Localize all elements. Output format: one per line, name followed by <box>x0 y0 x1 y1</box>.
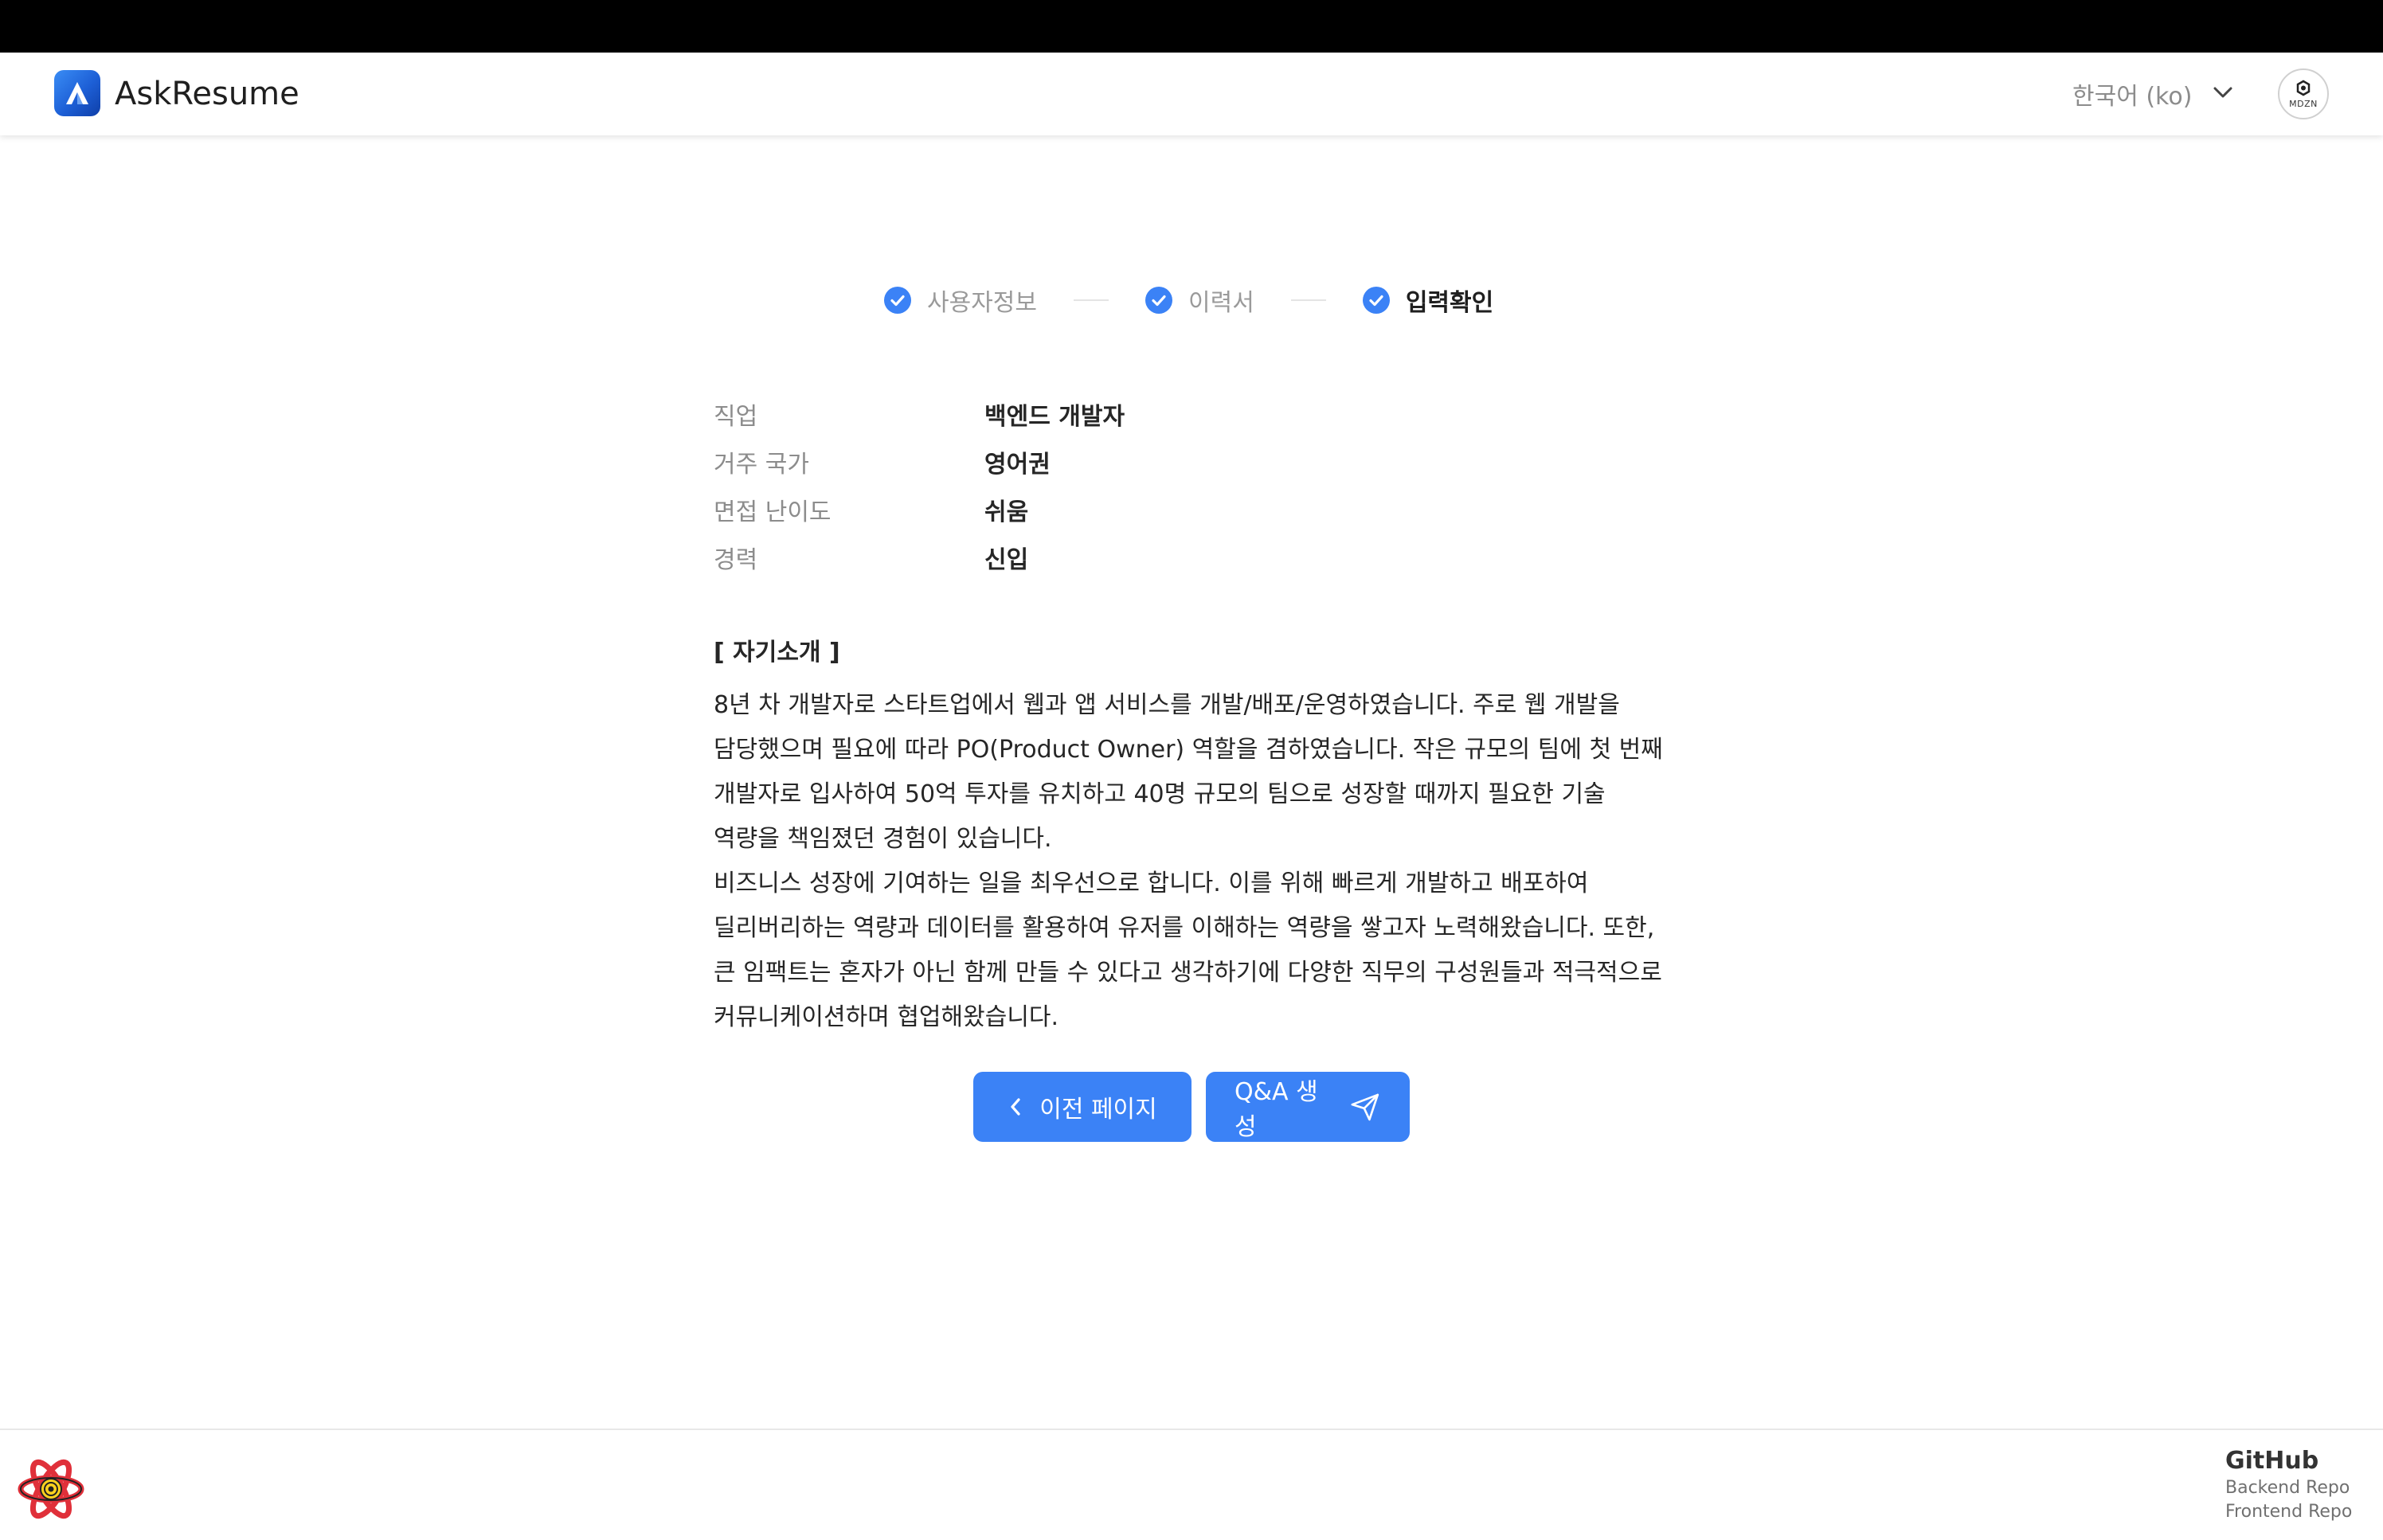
info-key: 면접 난이도 <box>714 498 832 526</box>
step-label: 사용자정보 <box>927 289 1037 317</box>
app-logo-icon[interactable] <box>54 70 100 116</box>
chevron-down-icon <box>2213 85 2233 103</box>
language-label: 한국어 (ko) <box>2072 83 2193 111</box>
info-value: 쉬움 <box>984 498 1029 526</box>
step-label: 입력확인 <box>1405 289 1494 317</box>
input-summary: 직업 백엔드 개발자 거주 국가 영어권 면접 난이도 쉬움 경력 신입 <box>714 390 1669 581</box>
intro-body: 8년 차 개발자로 스타트업에서 웹과 앱 서비스를 개발/배포/운영하였습니다… <box>714 691 1663 1031</box>
info-value: 백엔드 개발자 <box>984 403 1125 431</box>
avatar-logo-icon <box>2296 80 2311 96</box>
progress-steps: 사용자정보 이력서 입력확인 <box>884 283 1493 317</box>
info-row-difficulty: 면접 난이도 쉬움 <box>714 486 1669 534</box>
check-circle-icon <box>1145 287 1172 314</box>
avatar[interactable]: MDZN <box>2278 68 2329 119</box>
atom-logo-icon <box>18 1459 84 1519</box>
generate-button-label: Q&A 생성 <box>1235 1078 1318 1141</box>
info-row-career: 경력 신입 <box>714 534 1669 581</box>
info-row-job: 직업 백엔드 개발자 <box>714 390 1669 438</box>
github-heading: GitHub <box>2225 1447 2319 1475</box>
language-select[interactable]: 한국어 (ko) <box>2072 76 2233 111</box>
footer-links: GitHub Backend Repo Frontend Repo <box>2225 1446 2352 1524</box>
step-divider <box>1074 299 1109 301</box>
info-value: 신입 <box>984 546 1029 574</box>
avatar-text: MDZN <box>2289 98 2318 109</box>
info-key: 경력 <box>714 546 758 574</box>
step-divider <box>1290 299 1326 301</box>
info-key: 직업 <box>714 403 758 431</box>
send-icon <box>1351 1093 1379 1121</box>
info-value: 영어권 <box>984 451 1051 479</box>
chevron-left-icon <box>1011 1098 1020 1116</box>
step-resume[interactable]: 이력서 <box>1145 283 1254 318</box>
generate-qa-button[interactable]: Q&A 생성 <box>1206 1072 1410 1142</box>
footer-divider <box>0 1429 2383 1430</box>
step-label: 이력서 <box>1188 289 1254 317</box>
prev-page-button[interactable]: 이전 페이지 <box>973 1072 1192 1142</box>
step-user-info[interactable]: 사용자정보 <box>884 283 1037 318</box>
frontend-repo-link[interactable]: Frontend Repo <box>2225 1500 2352 1524</box>
check-circle-icon <box>884 287 911 314</box>
prev-button-label: 이전 페이지 <box>1039 1096 1157 1124</box>
info-key: 거주 국가 <box>714 451 809 479</box>
info-row-country: 거주 국가 영어권 <box>714 438 1669 486</box>
step-confirm[interactable]: 입력확인 <box>1362 283 1494 318</box>
check-circle-icon <box>1362 287 1390 314</box>
intro-title: [ 자기소개 ] <box>714 639 840 666</box>
app-title[interactable]: AskResume <box>115 73 299 115</box>
backend-repo-link[interactable]: Backend Repo <box>2225 1476 2352 1500</box>
top-black-bar <box>0 0 2383 53</box>
action-buttons: 이전 페이지 Q&A 생성 <box>973 1072 1410 1142</box>
app-header: AskResume 한국어 (ko) MDZN <box>0 53 2383 135</box>
